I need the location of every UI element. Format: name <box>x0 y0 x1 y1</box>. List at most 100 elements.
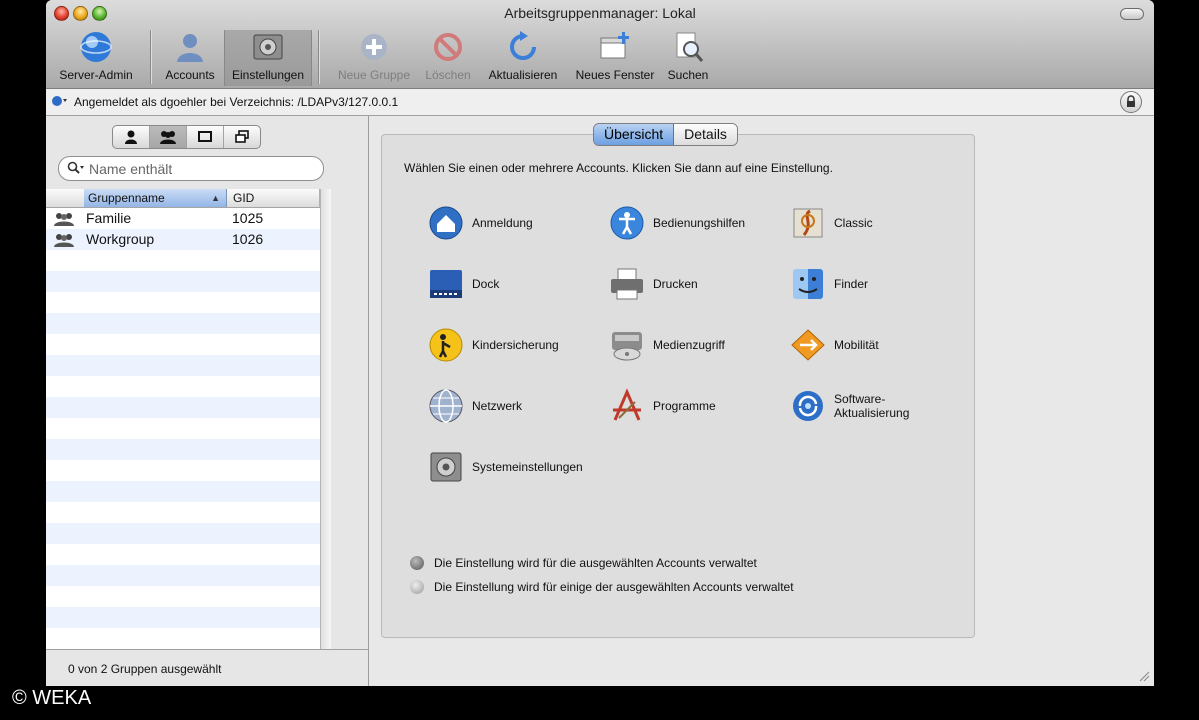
setting-label: Kindersicherung <box>472 338 559 352</box>
lock-icon[interactable] <box>1120 91 1142 113</box>
software-update-icon <box>793 391 823 421</box>
users-segment[interactable] <box>113 126 150 148</box>
legend-managed-some: Die Einstellung wird für einige der ausg… <box>410 580 794 594</box>
setting-label: Bedienungshilfen <box>653 216 746 230</box>
group-icon <box>54 213 74 226</box>
refresh-icon <box>510 31 536 60</box>
refresh-button[interactable]: Aktualisieren <box>482 30 564 86</box>
einstellungen-label: Einstellungen <box>231 68 305 82</box>
group-gid-cell: 1026 <box>232 231 264 247</box>
setting-label: Finder <box>834 277 869 291</box>
legend-managed-some-text: Die Einstellung wird für einige der ausg… <box>434 580 794 594</box>
setting-drucken[interactable]: Drucken <box>609 266 698 302</box>
empty-row <box>46 502 320 523</box>
server-admin-label: Server-Admin <box>59 68 133 82</box>
toolbar-divider <box>318 30 319 84</box>
setting-medienzugriff[interactable]: Medienzugriff <box>609 327 725 363</box>
directory-globe-menu-icon[interactable] <box>52 95 68 107</box>
account-list-pane: Gruppenname ▲ GID Familie 1025 Workgroup … <box>46 116 369 686</box>
computers-segment[interactable] <box>187 126 224 148</box>
einstellungen-button[interactable]: Einstellungen <box>224 30 312 86</box>
empty-row <box>46 586 320 607</box>
mobility-icon <box>791 329 825 361</box>
search-icon <box>67 161 84 174</box>
table-row[interactable]: Workgroup 1026 <box>46 229 320 250</box>
accounts-button[interactable]: Accounts <box>160 30 220 86</box>
toolbar-divider <box>150 30 151 84</box>
empty-row <box>46 292 320 313</box>
setting-label: Drucken <box>653 277 698 291</box>
setting-dock[interactable]: Dock <box>428 266 499 302</box>
setting-systemeinstellungen[interactable]: Systemeinstellungen <box>428 449 583 485</box>
setting-label: Netzwerk <box>472 399 523 413</box>
server-admin-globe-icon <box>80 32 112 62</box>
search-documents-icon <box>676 32 704 62</box>
empty-row <box>46 523 320 544</box>
column-header-groupname[interactable]: Gruppenname ▲ <box>84 189 227 207</box>
classic-icon <box>793 208 823 238</box>
setting-label: Anmeldung <box>472 216 533 230</box>
instruction-text: Wählen Sie einen oder mehrere Accounts. … <box>404 161 833 175</box>
group-icon <box>160 131 176 144</box>
search-button[interactable]: Suchen <box>664 30 712 86</box>
parental-controls-icon <box>429 328 463 362</box>
empty-row <box>46 460 320 481</box>
group-icon <box>54 234 74 247</box>
tab-details[interactable]: Details <box>674 124 737 145</box>
group-name-cell: Familie <box>86 210 132 226</box>
computer-group-icon <box>235 130 249 143</box>
setting-label-line2: Aktualisierung <box>834 406 910 420</box>
preferences-icon <box>253 34 283 60</box>
managed-some-icon <box>410 580 424 594</box>
login-icon <box>429 206 463 240</box>
name-search-field[interactable] <box>58 156 324 181</box>
accessibility-icon <box>610 206 644 240</box>
directory-status-bar: Angemeldet als dgoehler bei Verzeichnis:… <box>46 89 1154 116</box>
empty-row <box>46 565 320 586</box>
copyright-watermark: © WEKA <box>12 687 92 709</box>
column-header-gid[interactable]: GID <box>228 189 320 207</box>
empty-row <box>46 481 320 502</box>
table-header: Gruppenname ▲ GID <box>46 189 320 208</box>
settings-overview-box: Wählen Sie einen oder mehrere Accounts. … <box>381 134 975 638</box>
computer-groups-segment[interactable] <box>224 126 260 148</box>
setting-bedienungshilfen[interactable]: Bedienungshilfen <box>609 205 745 241</box>
setting-netzwerk[interactable]: Netzwerk <box>428 388 522 424</box>
empty-row <box>46 607 320 628</box>
delete-icon <box>434 33 462 61</box>
group-gid-cell: 1025 <box>232 210 264 226</box>
search-input[interactable] <box>87 159 311 179</box>
dock-icon <box>430 270 462 298</box>
groups-segment[interactable] <box>150 126 187 148</box>
setting-label-line1: Software- <box>834 392 886 406</box>
new-window-button[interactable]: Neues Fenster <box>570 30 660 86</box>
search-label: Suchen <box>667 68 709 82</box>
new-group-label: Neue Gruppe <box>337 68 411 82</box>
column-groupname-label: Gruppenname <box>88 191 165 205</box>
setting-software-aktualisierung[interactable]: Software- Aktualisierung <box>790 388 909 424</box>
resize-grip-icon[interactable] <box>1138 670 1150 682</box>
setting-label: Medienzugriff <box>653 338 725 352</box>
user-icon <box>125 130 137 144</box>
legend-managed-all: Die Einstellung wird für die ausgewählte… <box>410 556 757 570</box>
tab-overview[interactable]: Übersicht <box>594 124 675 145</box>
setting-kindersicherung[interactable]: Kindersicherung <box>428 327 559 363</box>
group-name-cell: Workgroup <box>86 231 155 247</box>
table-row[interactable]: Familie 1025 <box>46 208 320 229</box>
empty-row <box>46 271 320 292</box>
window-title: Arbeitsgruppenmanager: Lokal <box>504 5 696 21</box>
new-group-button[interactable]: Neue Gruppe <box>332 30 416 86</box>
setting-anmeldung[interactable]: Anmeldung <box>428 205 533 241</box>
empty-row <box>46 397 320 418</box>
setting-label: Dock <box>472 277 500 291</box>
setting-finder[interactable]: Finder <box>790 266 868 302</box>
toolbar-toggle-button[interactable] <box>1120 8 1144 20</box>
setting-mobilitaet[interactable]: Mobilität <box>790 327 879 363</box>
account-type-segmented-control <box>112 125 261 149</box>
empty-row <box>46 355 320 376</box>
table-scrollbar[interactable] <box>320 189 331 651</box>
server-admin-button[interactable]: Server-Admin <box>52 30 140 86</box>
delete-button[interactable]: Löschen <box>422 30 474 86</box>
setting-classic[interactable]: Classic <box>790 205 873 241</box>
setting-programme[interactable]: Programme <box>609 388 716 424</box>
